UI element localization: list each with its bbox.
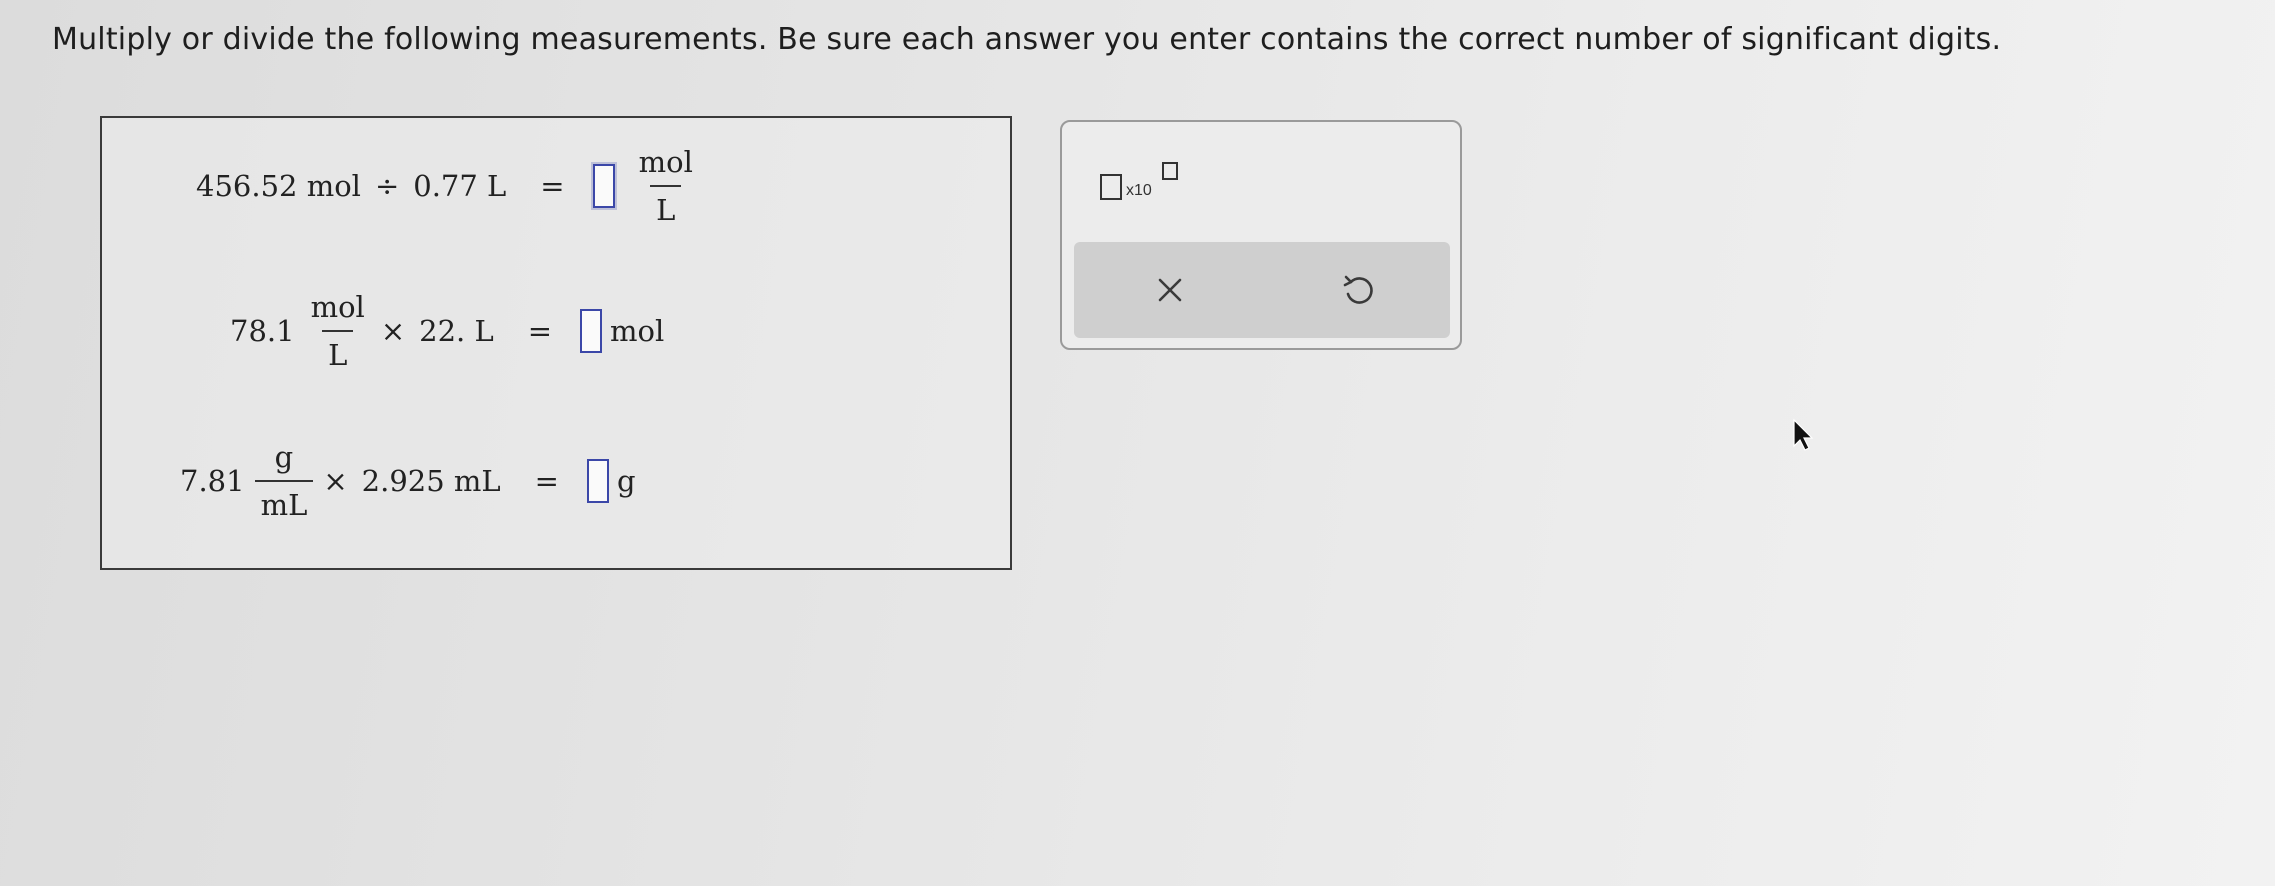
instructions-text: Multiply or divide the following measure… xyxy=(52,22,2002,57)
tool-panel: x10 xyxy=(1060,120,1462,350)
problem-row-2: 78.1 mol L × 22. L = mol xyxy=(230,290,664,372)
unit-denominator: L xyxy=(650,185,682,227)
answer-unit: mol xyxy=(610,314,665,348)
undo-button[interactable] xyxy=(1332,264,1384,316)
equals-sign: = xyxy=(527,314,553,348)
equals-sign: = xyxy=(540,169,565,203)
sci-exponent-box-icon xyxy=(1162,162,1178,180)
undo-icon xyxy=(1343,275,1373,304)
equals-sign: = xyxy=(534,464,559,498)
unit-numerator: mol xyxy=(638,145,693,179)
answer-unit-fraction: mol L xyxy=(633,145,699,227)
unit-numerator: mol xyxy=(310,290,365,324)
answer-unit: g xyxy=(616,464,636,498)
left-value: 7.81 xyxy=(180,464,245,498)
problem-row-3: 7.81 g mL × 2.925 mL = g xyxy=(180,440,636,522)
sci-notation-label: x10 xyxy=(1126,182,1152,199)
right-value: 22. L xyxy=(419,314,494,348)
left-unit-fraction: g mL xyxy=(254,440,314,522)
clear-button[interactable] xyxy=(1144,264,1196,316)
x-icon xyxy=(1158,278,1182,302)
left-value: 456.52 mol xyxy=(196,169,361,203)
operator: × xyxy=(323,464,348,498)
action-bar xyxy=(1074,242,1450,338)
unit-denominator: mL xyxy=(254,480,314,522)
answer-input-1[interactable] xyxy=(592,164,615,208)
right-value: 2.925 mL xyxy=(361,464,501,498)
unit-denominator: L xyxy=(322,330,354,372)
answer-input-2[interactable] xyxy=(580,309,603,353)
left-value: 78.1 xyxy=(230,314,295,348)
operator: × xyxy=(380,314,406,348)
right-value: 0.77 L xyxy=(413,169,507,203)
left-unit-fraction: mol L xyxy=(305,290,371,372)
sci-base-box-icon xyxy=(1100,174,1122,200)
operator: ÷ xyxy=(374,169,400,203)
unit-numerator: g xyxy=(274,440,294,474)
mouse-cursor-icon xyxy=(1793,418,1814,451)
answer-input-3[interactable] xyxy=(586,459,609,503)
sci-notation-button[interactable]: x10 xyxy=(1100,162,1180,202)
problem-row-1: 456.52 mol ÷ 0.77 L = mol L xyxy=(196,145,709,227)
